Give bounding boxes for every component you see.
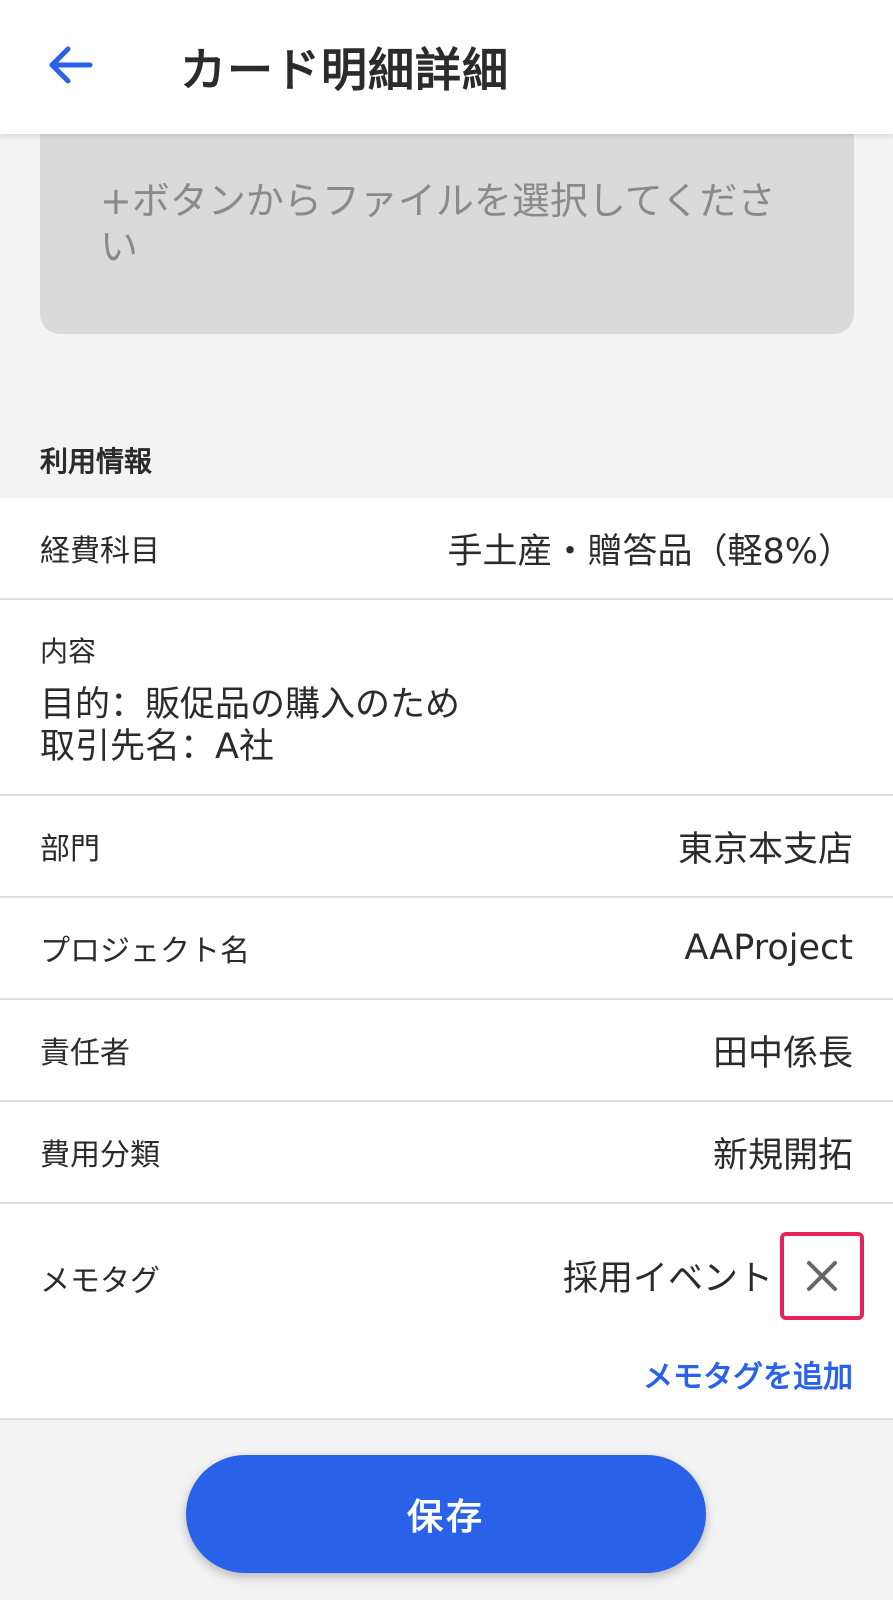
memo-tag-label: メモタグ [40,1264,160,1299]
content-text: 目的：販促品の購入のため 取引先名：A社 [40,684,460,768]
row-cost-category[interactable]: 費用分類 新規開拓 [0,1102,893,1204]
app-header: カード明細詳細 [0,0,893,134]
section-title-usage: 利用情報 [40,445,153,478]
memo-tag-chip: 採用イベント [562,1259,773,1299]
row-department[interactable]: 部門 東京本支店 [0,796,893,898]
page-title: カード明細詳細 [180,43,509,97]
content-line-purpose: 目的：販促品の購入のため [40,685,461,725]
content-label: 内容 [40,635,97,668]
row-label: 責任者 [40,1036,130,1071]
row-label: 経費科目 [40,534,160,569]
usage-info-list: 経費科目 手土産・贈答品（軽8%） 内容 目的：販促品の購入のため 取引先名：A… [0,498,893,1420]
add-memo-tag-link[interactable]: メモタグを追加 [643,1352,853,1396]
dropzone-instruction: +ボタンからファイルを選択してください [100,179,776,269]
row-value: 新規開拓 [712,1135,853,1176]
row-project-name[interactable]: プロジェクト名 AAProject [0,898,893,1000]
row-value: 田中係長 [712,1033,853,1074]
back-button[interactable] [36,30,106,100]
remove-tag-button[interactable] [780,1232,864,1320]
row-value: 手土産・贈答品（軽8%） [447,531,853,572]
row-memo-tag: メモタグ 採用イベント メモタグを追加 [0,1204,893,1420]
save-button[interactable]: 保存 [186,1455,706,1573]
row-expense-item[interactable]: 経費科目 手土産・贈答品（軽8%） [0,498,893,600]
row-label: 部門 [40,832,100,867]
row-responsible-person[interactable]: 責任者 田中係長 [0,1000,893,1102]
arrow-left-icon [49,46,93,84]
close-icon [807,1261,837,1291]
row-label: プロジェクト名 [40,934,250,969]
file-dropzone[interactable]: +ボタンからファイルを選択してください [40,134,854,334]
row-content[interactable]: 内容 目的：販促品の購入のため 取引先名：A社 [0,600,893,796]
row-label: 費用分類 [40,1138,160,1173]
content-line-client: 取引先名：A社 [40,727,274,767]
row-value: 東京本支店 [677,829,853,870]
row-value: AAProject [684,928,853,968]
